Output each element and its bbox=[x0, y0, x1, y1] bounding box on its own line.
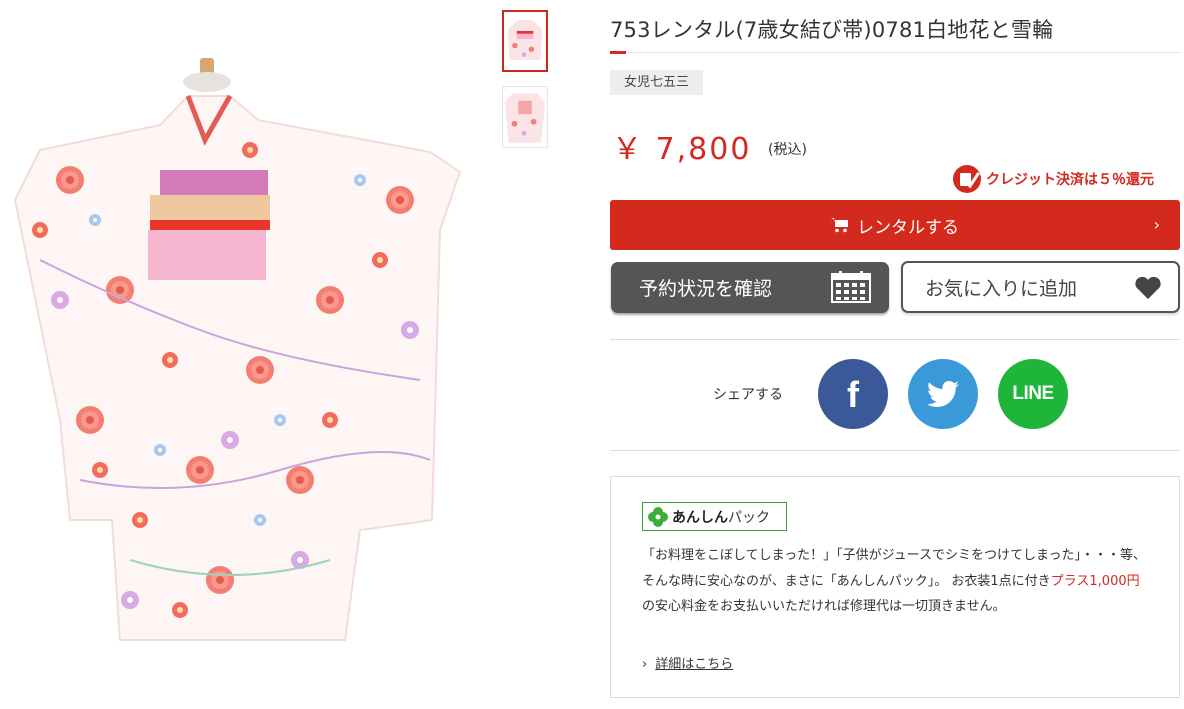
thumbnail-back[interactable] bbox=[502, 86, 548, 148]
anshin-description: 「お料理をこぼしてしまった！」「子供がジュースでシミをつけてしまった」・・・等、… bbox=[642, 543, 1152, 620]
rent-button[interactable]: レンタルする › bbox=[610, 200, 1180, 250]
tax-note: (税込) bbox=[768, 142, 807, 158]
title-accent-bar bbox=[610, 51, 626, 54]
share-bottom-divider bbox=[610, 450, 1180, 451]
anshin-text-after: の安心料金をお支払いいただければ修理代は一切頂きません。 bbox=[642, 599, 1006, 614]
facebook-share-button[interactable]: f bbox=[818, 359, 888, 429]
category-tag[interactable]: 女児七五三 bbox=[610, 70, 704, 95]
clover-icon bbox=[648, 506, 668, 527]
anshin-logo-suffix: パック bbox=[728, 509, 770, 526]
twitter-share-button[interactable] bbox=[908, 359, 978, 429]
calendar-icon bbox=[831, 271, 871, 303]
check-availability-label: 予約状況を確認 bbox=[639, 278, 773, 300]
chevron-right-icon: › bbox=[642, 657, 648, 672]
check-availability-button[interactable]: 予約状況を確認 bbox=[611, 262, 889, 313]
details-link-label: 詳細はこちら bbox=[655, 657, 734, 672]
anshin-pack-panel: あんしん パック 「お料理をこぼしてしまった！」「子供がジュースでシミをつけてしま… bbox=[610, 476, 1180, 698]
details-link[interactable]: › 詳細はこちら bbox=[642, 653, 733, 672]
facebook-icon: f bbox=[847, 374, 859, 415]
title-divider bbox=[610, 52, 1180, 53]
line-share-button[interactable]: LINE bbox=[998, 359, 1068, 429]
anshin-logo-strong: あんしん bbox=[672, 509, 728, 526]
share-top-divider bbox=[610, 339, 1180, 340]
credit-badge-text: クレジット決済は５％還元 bbox=[986, 172, 1154, 188]
credit-card-check-icon bbox=[953, 165, 981, 193]
share-label: シェアする bbox=[713, 387, 783, 403]
twitter-bird-icon bbox=[927, 381, 959, 407]
price: ￥ 7,800 bbox=[612, 132, 752, 167]
credit-cashback-badge: クレジット決済は５％還元 bbox=[952, 164, 1154, 194]
rent-button-label: レンタルする bbox=[857, 217, 959, 238]
anshin-price-highlight: プラス1,000円 bbox=[1050, 573, 1140, 589]
kimono-back-thumbnail-icon bbox=[503, 87, 547, 147]
line-icon: LINE bbox=[1012, 383, 1054, 404]
cart-icon bbox=[831, 218, 848, 233]
add-to-favorites-label: お気に入りに追加 bbox=[925, 277, 1078, 300]
chevron-right-icon: › bbox=[1153, 215, 1160, 234]
add-to-favorites-button[interactable]: お気に入りに追加 bbox=[901, 261, 1180, 313]
thumbnail-front[interactable] bbox=[502, 10, 548, 72]
product-title: 753レンタル(7歳女結び帯)0781白地花と雪輪 bbox=[610, 18, 1054, 42]
heart-icon bbox=[1135, 276, 1161, 299]
main-product-image bbox=[0, 0, 495, 705]
kimono-front-thumbnail-icon bbox=[504, 12, 546, 70]
anshin-pack-logo: あんしん パック bbox=[642, 502, 787, 531]
